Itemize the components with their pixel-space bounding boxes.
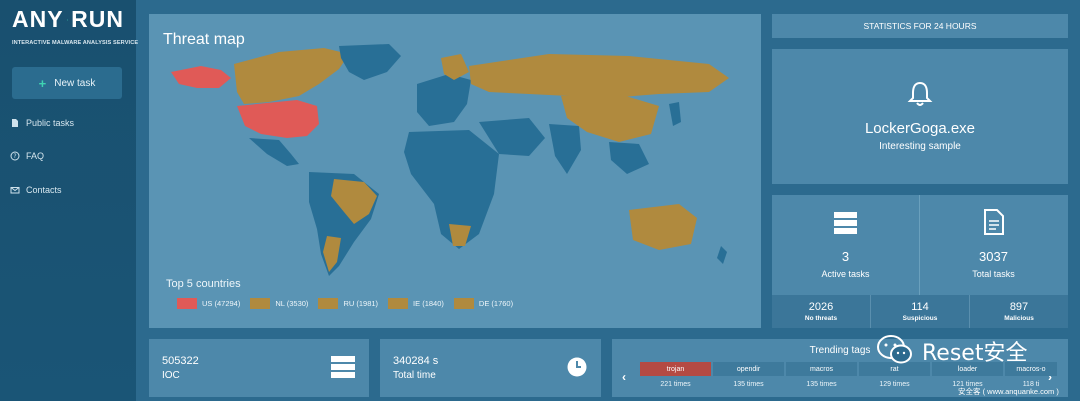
bell-icon <box>907 81 933 106</box>
server-icon <box>834 212 857 234</box>
top-countries-title: Top 5 countries <box>166 278 241 290</box>
stat-value: 897 <box>1009 301 1029 313</box>
question-circle-icon: ? <box>10 151 20 161</box>
sidebar-item-public-tasks[interactable]: Public tasks <box>10 118 74 128</box>
chevron-left-icon[interactable]: ‹ <box>622 370 626 384</box>
total-time-label: Total time <box>393 370 436 381</box>
map-legend: US (47294) NL (3530) RU (1981) IE (1840)… <box>177 298 513 309</box>
tasks-stats-panel: 3 Active tasks 3037 Total tasks 2026 No … <box>772 195 1068 328</box>
tag-times: 129 times <box>879 381 910 388</box>
map-canada[interactable] <box>234 48 349 104</box>
ioc-label: IOC <box>162 370 180 381</box>
tag-item[interactable]: opendir 135 times <box>713 362 784 388</box>
new-task-label: New task <box>54 77 96 89</box>
map-usa[interactable] <box>237 100 319 138</box>
wechat-icon <box>877 335 912 364</box>
legend-item: DE (1760) <box>453 298 514 309</box>
malicious-stat: 897 Malicious <box>970 295 1068 328</box>
play-logo-icon <box>66 18 69 21</box>
map-alaska[interactable] <box>171 66 231 88</box>
sidebar-item-contacts[interactable]: Contacts <box>10 185 62 195</box>
stat-label: Malicious <box>1004 315 1034 322</box>
map-japan[interactable] <box>669 102 681 126</box>
legend-swatch <box>318 298 339 309</box>
logo-text-left: ANY <box>12 6 64 32</box>
envelope-icon <box>10 187 20 194</box>
active-tasks-count: 3 <box>841 249 850 264</box>
logo-tagline: INTERACTIVE MALWARE ANALYSIS SERVICE <box>12 40 139 46</box>
total-tasks-label: Total tasks <box>972 269 1015 279</box>
map-greenland[interactable] <box>339 44 401 80</box>
map-europe[interactable] <box>417 74 471 126</box>
sidebar-item-label: Contacts <box>26 185 62 195</box>
legend-label: NL (3530) <box>275 299 309 308</box>
legend-item: RU (1981) <box>318 298 378 309</box>
server-icon <box>331 356 355 378</box>
legend-item: NL (3530) <box>250 298 308 309</box>
tag-item[interactable]: trojan 221 times <box>640 362 711 388</box>
legend-swatch <box>177 298 197 309</box>
map-title: Threat map <box>163 31 245 48</box>
suspicious-stat: 114 Suspicious <box>871 295 970 328</box>
new-task-button[interactable]: + New task <box>12 67 122 99</box>
map-southeast-asia[interactable] <box>609 142 649 174</box>
logo-text-right: RUN <box>71 6 124 32</box>
stat-label: Suspicious <box>902 315 938 322</box>
tag-name[interactable]: macros <box>786 362 857 376</box>
legend-swatch <box>453 298 474 309</box>
svg-text:?: ? <box>13 153 16 160</box>
no-threats-stat: 2026 No threats <box>772 295 871 328</box>
sidebar-item-label: FAQ <box>26 151 45 161</box>
ioc-count: 505322 <box>162 355 199 367</box>
tag-name[interactable]: trojan <box>640 362 711 376</box>
legend-label: IE (1840) <box>413 299 444 308</box>
logo[interactable]: ANY RUN INTERACTIVE MALWARE ANALYSIS SER… <box>12 6 139 60</box>
ioc-panel: 505322 IOC <box>149 339 369 397</box>
total-tasks-count: 3037 <box>979 249 1008 264</box>
total-time-value: 340284 s <box>393 355 439 367</box>
tag-item[interactable]: macros 135 times <box>786 362 857 388</box>
legend-label: DE (1760) <box>478 299 514 308</box>
active-tasks-label: Active tasks <box>821 269 870 279</box>
tag-times: 221 times <box>660 381 691 388</box>
plus-icon: + <box>38 75 47 91</box>
watermark-sub: 安全客 ( www.anquanke.com ) <box>958 387 1059 396</box>
legend-label: US (47294) <box>202 299 241 308</box>
stat-value: 114 <box>911 301 929 313</box>
file-icon <box>984 209 1004 235</box>
sidebar-item-faq[interactable]: ? FAQ <box>10 151 44 161</box>
stat-label: No threats <box>804 315 838 322</box>
document-icon <box>12 119 18 127</box>
map-mexico[interactable] <box>249 138 299 166</box>
active-tasks: 3 Active tasks <box>772 195 919 295</box>
watermark: Reset安全 <box>876 334 1027 368</box>
map-india[interactable] <box>549 124 581 174</box>
map-new-zealand[interactable] <box>717 246 727 264</box>
legend-item: US (47294) <box>177 298 240 309</box>
tag-times: 135 times <box>806 381 837 388</box>
interesting-sample-panel[interactable]: LockerGoga.exe Interesting sample <box>772 49 1068 184</box>
stats-header: STATISTICS FOR 24 HOURS <box>772 14 1068 38</box>
sidebar-item-label: Public tasks <box>26 118 75 128</box>
legend-label: RU (1981) <box>343 299 379 308</box>
total-time-panel: 340284 s Total time <box>380 339 601 397</box>
legend-item: IE (1840) <box>388 298 444 309</box>
sidebar: ANY RUN INTERACTIVE MALWARE ANALYSIS SER… <box>0 0 139 401</box>
sample-name[interactable]: LockerGoga.exe <box>772 120 1068 137</box>
legend-swatch <box>250 298 271 309</box>
threat-map-panel: Threat map Top 5 countries US (47294) NL… <box>149 14 761 328</box>
tag-times: 135 times <box>733 381 764 388</box>
legend-swatch <box>388 298 409 309</box>
sample-label: Interesting sample <box>879 141 961 152</box>
map-russia[interactable] <box>469 54 729 98</box>
total-tasks: 3037 Total tasks <box>920 195 1067 295</box>
clock-icon <box>567 357 587 377</box>
tag-name[interactable]: opendir <box>713 362 784 376</box>
map-australia[interactable] <box>629 204 697 250</box>
watermark-text: Reset安全 <box>922 341 1028 366</box>
threat-breakdown: 2026 No threats 114 Suspicious 897 Malic… <box>772 295 1068 328</box>
stat-value: 2026 <box>808 301 834 313</box>
